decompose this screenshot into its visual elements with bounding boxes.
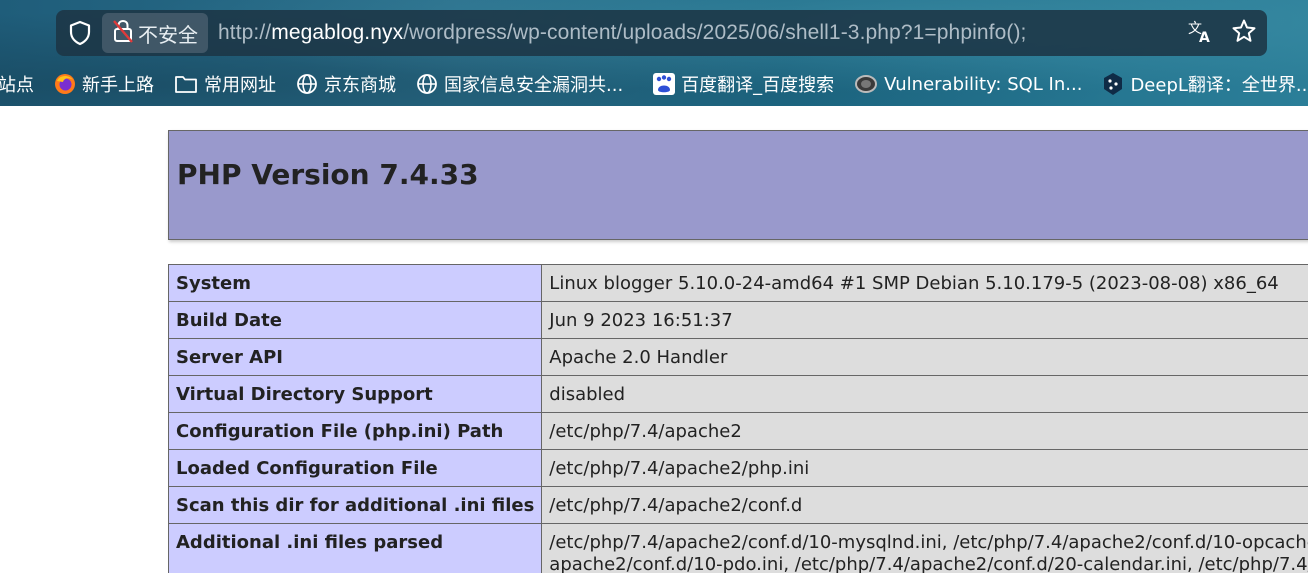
row-value: /etc/php/7.4/apache2	[541, 412, 1308, 450]
row-key: Configuration File (php.ini) Path	[167, 412, 543, 450]
bookmark-label: Vulnerability: SQL In...	[884, 73, 1083, 95]
bookmark-item-jd[interactable]: 京东商城	[296, 71, 396, 97]
table-row: Build Date Jun 9 2023 16:51:37	[167, 301, 1308, 339]
insecure-lock-icon	[112, 18, 134, 49]
row-key: Build Date	[167, 301, 543, 339]
dvwa-icon	[854, 73, 878, 95]
tracking-protection-shield-icon[interactable]	[58, 10, 102, 56]
row-value: Apache 2.0 Handler	[541, 338, 1308, 376]
bookmark-item-sites[interactable]: 站点	[0, 71, 34, 97]
globe-icon	[416, 73, 438, 95]
address-bar[interactable]: 不安全 http://megablog.nyx/wordpress/wp-con…	[56, 10, 1267, 56]
row-value: /etc/php/7.4/apache2/conf.d/10-mysqlnd.i…	[541, 523, 1308, 573]
row-key: Additional .ini files parsed	[167, 523, 543, 573]
bookmark-item-cnnvd[interactable]: 国家信息安全漏洞共...	[416, 71, 623, 97]
row-key: Scan this dir for additional .ini files	[167, 486, 543, 524]
bookmark-item-getting-started[interactable]: 新手上路	[54, 71, 154, 97]
bookmark-item-baidu-translate[interactable]: 百度翻译_百度搜索	[653, 71, 834, 97]
svg-text:A: A	[1199, 30, 1210, 44]
row-value-line: /etc/php/7.4/apache2/conf.d/10-mysqlnd.i…	[549, 532, 1308, 553]
table-row: Server API Apache 2.0 Handler	[167, 338, 1308, 376]
row-key: Loaded Configuration File	[167, 449, 543, 487]
page-content: PHP Version 7.4.33 System Linux blogger …	[0, 106, 1308, 573]
php-version-header: PHP Version 7.4.33	[168, 130, 1308, 240]
firefox-icon	[54, 73, 76, 95]
bookmark-label: 新手上路	[82, 75, 154, 96]
row-value: Jun 9 2023 16:51:37	[541, 301, 1308, 339]
row-key: Server API	[167, 338, 543, 376]
row-value: /etc/php/7.4/apache2/php.ini	[541, 449, 1308, 487]
deepl-icon	[1102, 72, 1124, 96]
url-text[interactable]: http://megablog.nyx/wordpress/wp-content…	[218, 21, 1026, 45]
row-value-line: apache2/conf.d/10-pdo.ini, /etc/php/7.4/…	[549, 554, 1308, 573]
phpinfo-table: System Linux blogger 5.10.0-24-amd64 #1 …	[167, 264, 1308, 573]
table-row: Virtual Directory Support disabled	[167, 375, 1308, 413]
table-row: System Linux blogger 5.10.0-24-amd64 #1 …	[167, 264, 1308, 302]
row-key: Virtual Directory Support	[167, 375, 543, 413]
table-row: Configuration File (php.ini) Path /etc/p…	[167, 412, 1308, 450]
bookmark-label: 百度翻译_百度搜索	[681, 75, 835, 96]
insecure-label: 不安全	[138, 22, 198, 47]
bookmark-item-deepl[interactable]: DeepL翻译：全世界...	[1102, 71, 1308, 97]
bookmark-label: 常用网址	[204, 75, 276, 96]
table-row: Scan this dir for additional .ini files …	[167, 486, 1308, 524]
table-row: Loaded Configuration File /etc/php/7.4/a…	[167, 449, 1308, 487]
row-key: System	[167, 264, 543, 302]
folder-icon	[174, 74, 198, 94]
baidu-icon	[653, 73, 676, 95]
row-value: Linux blogger 5.10.0-24-amd64 #1 SMP Deb…	[541, 264, 1308, 302]
table-row: Additional .ini files parsed /etc/php/7.…	[167, 523, 1308, 573]
bookmarks-toolbar: 站点 新手上路 常用网址 京东商城 国家信息安全漏洞共... 百度翻译_百度搜索…	[0, 66, 1308, 102]
bookmark-label: DeepL翻译：全世界...	[1130, 75, 1308, 96]
row-value: disabled	[541, 375, 1308, 413]
url-path: /wordpress/wp-content/uploads/2025/06/sh…	[403, 21, 1027, 44]
bookmark-label: 京东商城	[324, 75, 396, 96]
browser-chrome: 不安全 http://megablog.nyx/wordpress/wp-con…	[0, 0, 1308, 106]
bookmark-item-common-sites[interactable]: 常用网址	[174, 71, 276, 97]
bookmark-item-dvwa[interactable]: Vulnerability: SQL In...	[854, 73, 1082, 95]
bookmark-label: 站点	[0, 75, 34, 96]
url-prefix: http://	[218, 21, 272, 44]
bookmark-star-icon[interactable]	[1231, 18, 1257, 49]
site-security-indicator[interactable]: 不安全	[102, 13, 208, 53]
url-host: megablog.nyx	[271, 21, 404, 44]
page-title: PHP Version 7.4.33	[177, 158, 479, 191]
bookmark-label: 国家信息安全漏洞共...	[444, 75, 624, 96]
translate-icon[interactable]: 文 A	[1187, 18, 1213, 49]
row-value: /etc/php/7.4/apache2/conf.d	[541, 486, 1308, 524]
globe-icon	[296, 73, 318, 95]
